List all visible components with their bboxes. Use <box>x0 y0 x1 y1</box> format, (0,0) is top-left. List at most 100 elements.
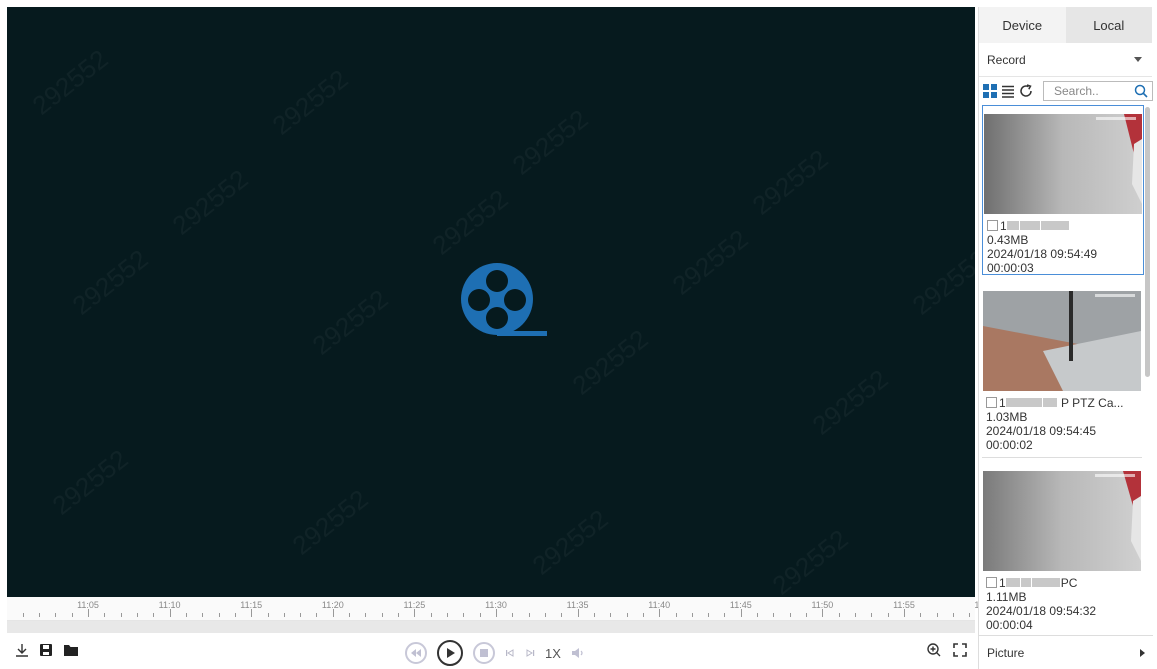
play-button[interactable] <box>437 640 463 666</box>
timeline-tick <box>822 609 824 617</box>
timeline-tick <box>381 613 383 617</box>
recording-thumbnail[interactable] <box>983 471 1141 571</box>
recording-checkbox[interactable] <box>986 397 997 408</box>
timeline-tick <box>904 609 905 617</box>
picture-section-toggle[interactable]: Picture <box>979 635 1153 669</box>
folder-icon[interactable] <box>63 643 79 657</box>
chevron-right-icon <box>1140 648 1145 657</box>
timeline-tick <box>577 609 579 617</box>
recording-duration: 00:00:02 <box>986 438 1033 452</box>
watermark-text: 292552 <box>907 244 975 322</box>
timeline-tick <box>414 609 416 617</box>
timeline-tick <box>267 613 269 617</box>
recording-name-suffix: PC <box>1060 576 1078 590</box>
timeline-tick <box>332 609 334 617</box>
zoom-in-icon[interactable] <box>927 643 941 657</box>
timeline-tick <box>365 613 367 617</box>
timeline-ticks <box>7 607 975 619</box>
grid-view-icon[interactable] <box>983 84 997 98</box>
timeline-tick <box>234 613 236 617</box>
timeline-scroll-bar[interactable] <box>7 621 975 633</box>
timeline-tick <box>169 609 171 617</box>
recording-checkbox[interactable] <box>987 220 998 231</box>
timeline-tick <box>479 613 481 617</box>
record-type-value: Record <box>987 52 1026 67</box>
watermark-text: 292552 <box>267 64 354 142</box>
record-type-select[interactable]: Record <box>979 43 1152 77</box>
recording-size: 1.03MB <box>986 410 1028 424</box>
timeline-tick <box>952 613 954 617</box>
recording-duration: 00:00:03 <box>987 261 1034 275</box>
timeline-tick <box>642 613 644 617</box>
recording-list: 1 0.43MB 2024/01/18 09:54:49 00:00:03 1 … <box>979 105 1153 637</box>
recording-name-prefix: 1 <box>1000 219 1007 233</box>
download-icon[interactable] <box>15 643 29 657</box>
recordings-panel: Device Local Record Search.. 1 0.43MB 20… <box>978 7 1153 669</box>
save-icon[interactable] <box>39 643 53 657</box>
timeline-tick <box>39 613 41 617</box>
timeline-tick <box>447 613 449 617</box>
timeline-tick <box>136 613 138 617</box>
timeline-tick <box>153 613 155 617</box>
timeline-tick <box>936 613 938 617</box>
tab-device[interactable]: Device <box>979 7 1066 43</box>
timeline-tick <box>251 609 253 617</box>
watermark-text: 292552 <box>67 244 154 322</box>
timeline-tick <box>838 613 840 617</box>
refresh-icon[interactable] <box>1019 84 1033 98</box>
recording-datetime: 2024/01/18 09:54:49 <box>987 247 1098 261</box>
watermark-text: 292552 <box>747 144 834 222</box>
watermark-text: 292552 <box>767 524 854 597</box>
picture-section-label: Picture <box>987 645 1025 660</box>
recording-thumbnail[interactable] <box>984 114 1142 214</box>
search-icon[interactable] <box>1134 84 1148 98</box>
stop-icon[interactable] <box>473 642 495 664</box>
timeline-tick <box>349 613 351 617</box>
timeline-tick <box>593 613 595 617</box>
search-box[interactable] <box>1043 81 1153 101</box>
recording-name-prefix: 1 <box>999 576 1006 590</box>
film-reel-icon <box>449 251 549 351</box>
timeline-tick <box>855 613 857 617</box>
timeline-tick <box>757 613 759 617</box>
timeline-tick <box>691 613 693 617</box>
timeline-tick <box>88 609 89 617</box>
video-viewport[interactable]: 292552 292552 292552 292552 292552 292552 2925… <box>7 7 975 597</box>
timeline-tick <box>610 613 612 617</box>
timeline-tick <box>185 613 187 617</box>
timeline-tick <box>887 613 889 617</box>
recording-card[interactable]: 1 P PTZ Ca... 1.03MB 2024/01/18 09:54:45… <box>982 283 1144 453</box>
timeline-tick <box>496 609 497 617</box>
recording-thumbnail[interactable] <box>983 291 1141 391</box>
timeline-tick <box>202 613 204 617</box>
playback-timeline[interactable]: 11:05 11:10 11:15 11:20 11:25 11:30 11:35 11:40… <box>7 597 997 621</box>
timeline-tick <box>708 613 710 617</box>
recording-card[interactable]: 1 0.43MB 2024/01/18 09:54:49 00:00:03 <box>982 105 1144 275</box>
watermark-text: 292552 <box>427 184 514 262</box>
previous-frame-icon[interactable] <box>505 648 515 658</box>
playback-speed[interactable]: 1X <box>545 646 561 661</box>
timeline-tick <box>789 613 791 617</box>
fullscreen-icon[interactable] <box>953 643 967 657</box>
recording-duration: 00:00:04 <box>986 618 1033 632</box>
watermark-text: 292552 <box>527 504 614 582</box>
next-frame-icon[interactable] <box>525 648 535 658</box>
watermark-text: 292552 <box>567 324 654 402</box>
list-view-icon[interactable] <box>1001 84 1015 98</box>
recording-datetime: 2024/01/18 09:54:45 <box>986 424 1097 438</box>
timeline-tick <box>463 613 465 617</box>
watermark-text: 292552 <box>27 44 114 122</box>
search-input[interactable] <box>1054 84 1134 98</box>
timeline-tick <box>659 609 661 617</box>
recording-card[interactable]: 1 PC 1.11MB 2024/01/18 09:54:32 00:00:04 <box>982 463 1144 633</box>
volume-icon[interactable] <box>571 647 585 659</box>
rewind-icon[interactable] <box>405 642 427 664</box>
recording-name-suffix: P PTZ Ca... <box>1061 396 1124 410</box>
recording-size: 0.43MB <box>987 233 1029 247</box>
control-bar: 1X <box>7 633 975 669</box>
list-scrollbar[interactable] <box>1145 107 1150 377</box>
recording-checkbox[interactable] <box>986 577 997 588</box>
timeline-tick <box>120 613 122 617</box>
tab-local[interactable]: Local <box>1065 7 1152 43</box>
watermark-text: 292552 <box>307 284 394 362</box>
